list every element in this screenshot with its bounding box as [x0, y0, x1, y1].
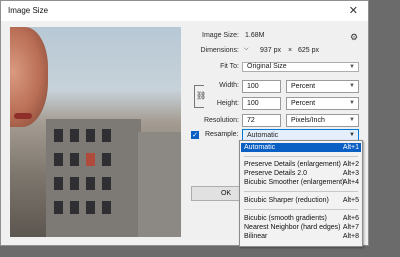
window: [102, 153, 111, 166]
menu-item-label: Nearest Neighbor (hard edges): [244, 224, 341, 231]
width-label: Width:: [219, 82, 239, 89]
dimensions-height: 625 px: [298, 47, 320, 54]
preview-building: [46, 119, 141, 237]
resolution-unit-value: Pixels/Inch: [291, 117, 325, 124]
image-size-label: Image Size:: [202, 32, 239, 39]
menu-item-label: Preserve Details (enlargement): [244, 161, 341, 168]
chevron-down-icon: ▼: [349, 83, 355, 89]
height-label: Height:: [216, 100, 239, 107]
resample-checkbox[interactable]: ✓: [191, 131, 199, 139]
resolution-label: Resolution:: [203, 117, 239, 124]
fit-to-select[interactable]: Original Size ▼: [242, 62, 359, 72]
height-unit-select[interactable]: Percent ▼: [286, 97, 359, 110]
window: [54, 201, 63, 214]
window: [102, 177, 111, 190]
window: [86, 177, 95, 190]
resolution-input[interactable]: 72: [242, 114, 281, 127]
menu-item-bicubic[interactable]: Bicubic (smooth gradients) Alt+6: [241, 214, 361, 223]
menu-item-automatic[interactable]: Automatic Alt+1: [241, 143, 361, 152]
menu-item-bilinear[interactable]: Bilinear Alt+8: [241, 232, 361, 241]
preview-lip: [14, 113, 32, 119]
fit-to-value: Original Size: [247, 63, 287, 70]
menu-item-label: Bicubic Smoother (enlargement): [244, 179, 345, 186]
menu-item-shortcut: Alt+7: [342, 224, 359, 231]
menu-item-label: Bicubic Sharper (reduction): [244, 197, 329, 204]
window: [54, 129, 63, 142]
menu-item-label: Bilinear: [244, 233, 268, 240]
width-unit-select[interactable]: Percent ▼: [286, 80, 359, 93]
chevron-down-icon: ▼: [349, 100, 355, 106]
chevron-down-icon[interactable]: ⌵: [244, 46, 249, 53]
resample-value: Automatic: [247, 132, 279, 139]
menu-item-label: Automatic: [244, 144, 276, 151]
preview-building-right: [138, 132, 181, 237]
window: [70, 177, 79, 190]
menu-item-label: Preserve Details 2.0: [244, 170, 308, 177]
window: [86, 153, 95, 166]
menu-item-preserve-details-2[interactable]: Preserve Details 2.0 Alt+3: [241, 169, 361, 178]
window: [54, 177, 63, 190]
menu-item-nearest-neighbor[interactable]: Nearest Neighbor (hard edges) Alt+7: [241, 223, 361, 232]
dialog-title: Image Size: [8, 6, 49, 15]
window: [102, 129, 111, 142]
menu-item-shortcut: Alt+2: [342, 161, 359, 168]
window: [86, 129, 95, 142]
menu-item-bicubic-smoother[interactable]: Bicubic Smoother (enlargement) Alt+4: [241, 178, 361, 187]
chevron-down-icon: ▼: [349, 117, 355, 123]
menu-item-shortcut: Alt+4: [342, 179, 359, 186]
chevron-down-icon: ▼: [349, 64, 355, 70]
menu-item-shortcut: Alt+8: [342, 233, 359, 240]
window: [70, 129, 79, 142]
height-input[interactable]: 100: [242, 97, 281, 110]
resample-dropdown-menu: Automatic Alt+1 Preserve Details (enlarg…: [239, 140, 363, 247]
height-unit-value: Percent: [291, 100, 316, 107]
menu-item-shortcut: Alt+3: [342, 170, 359, 177]
menu-item-shortcut: Alt+1: [342, 144, 359, 151]
menu-item-shortcut: Alt+5: [342, 197, 359, 204]
resample-label: Resample:: [205, 131, 239, 138]
window: [70, 153, 79, 166]
width-unit-value: Percent: [291, 83, 316, 90]
resolution-unit-select[interactable]: Pixels/Inch ▼: [286, 114, 359, 127]
fit-to-label: Fit To:: [220, 63, 239, 70]
menu-item-label: Bicubic (smooth gradients): [244, 215, 327, 222]
image-preview[interactable]: [10, 27, 181, 237]
menu-item-shortcut: Alt+6: [342, 215, 359, 222]
checkmark-icon: ✓: [192, 132, 198, 139]
window: [54, 153, 63, 166]
dimensions-times: ×: [288, 47, 293, 54]
close-icon[interactable]: ✕: [349, 4, 358, 17]
width-input[interactable]: 100: [242, 80, 281, 93]
menu-separator: [244, 209, 358, 210]
menu-item-bicubic-sharper[interactable]: Bicubic Sharper (reduction) Alt+5: [241, 196, 361, 205]
menu-item-preserve-details[interactable]: Preserve Details (enlargement) Alt+2: [241, 160, 361, 169]
gear-icon[interactable]: ⚙: [350, 32, 358, 43]
dimensions-label: Dimensions:: [200, 47, 239, 54]
preview-face: [10, 27, 48, 127]
menu-separator: [244, 156, 358, 157]
title-bar: Image Size ✕: [1, 1, 368, 21]
window: [102, 201, 111, 214]
dimensions-width: 937 px: [260, 47, 282, 54]
image-size-value: 1.68M: [245, 32, 265, 39]
link-chain-icon[interactable]: ⛓: [196, 91, 207, 100]
window: [86, 201, 95, 214]
menu-separator: [244, 191, 358, 192]
window: [70, 201, 79, 214]
